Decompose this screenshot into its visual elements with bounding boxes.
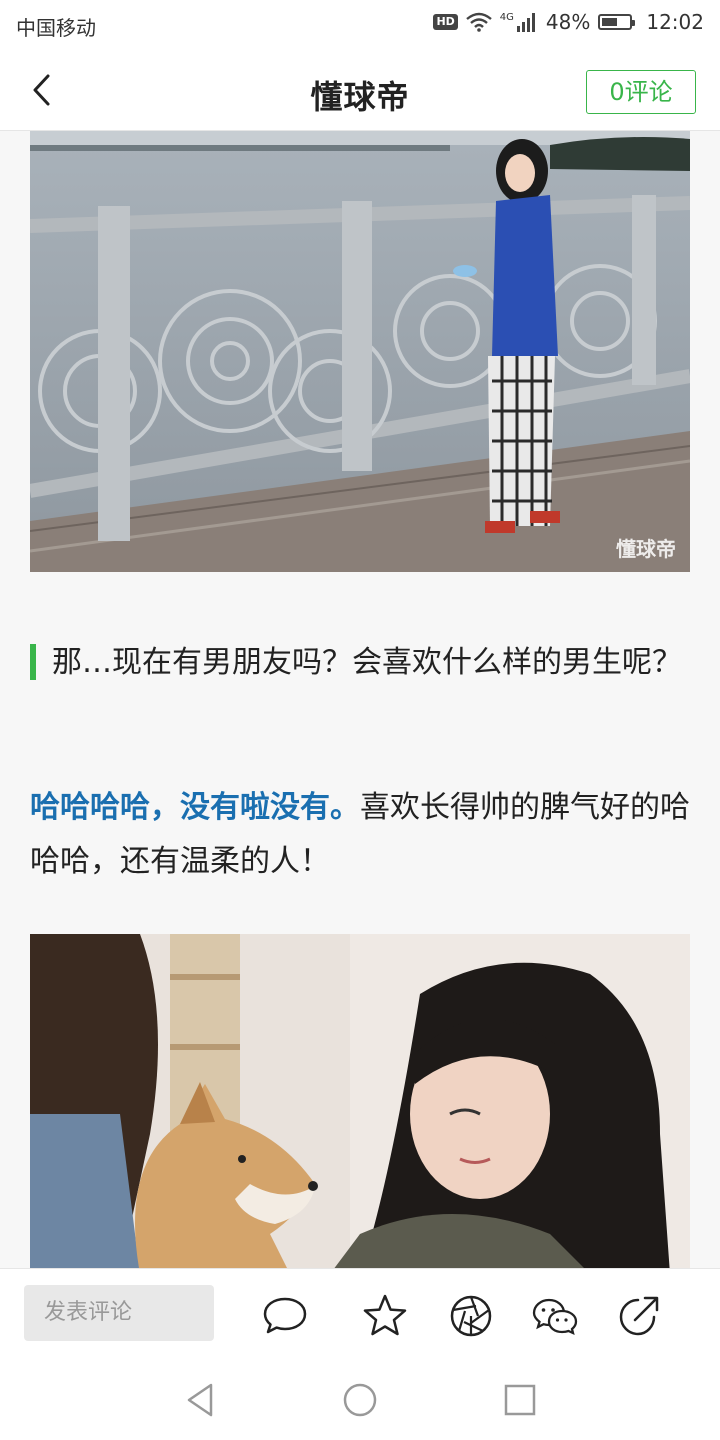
nav-home-icon[interactable]: [340, 1380, 380, 1420]
app-header: 懂球帝 0评论: [0, 52, 720, 131]
network-type: 4G: [499, 11, 514, 23]
comment-bubble-icon[interactable]: [262, 1293, 308, 1339]
bottom-action-bar: 发表评论: [0, 1268, 720, 1361]
question-accent-bar: [30, 644, 36, 680]
comment-input[interactable]: 发表评论: [24, 1285, 214, 1341]
interview-question: 那…现在有男朋友吗？会喜欢什么样的男生呢？: [30, 636, 692, 690]
share-icon[interactable]: [616, 1293, 662, 1339]
hd-icon: HD: [433, 14, 458, 30]
photo-illustration: [30, 131, 690, 572]
answer-highlight: 哈哈哈哈，没有啦没有。: [30, 790, 360, 825]
status-bar: 中国移动 HD 4G 48% 12:02: [0, 0, 720, 52]
system-navigation-bar: [0, 1360, 720, 1440]
wechat-icon[interactable]: [532, 1293, 578, 1339]
article-content: 懂球帝 那…现在有男朋友吗？会喜欢什么样的男生呢？ 哈哈哈哈，没有啦没有。喜欢长…: [0, 131, 720, 1268]
carrier-label: 中国移动: [16, 16, 96, 40]
status-icons: HD 4G 48% 12:02: [433, 10, 704, 34]
photo-illustration: [30, 934, 690, 1268]
clock: 12:02: [646, 10, 704, 34]
comment-count-button[interactable]: 0评论: [586, 70, 696, 114]
article-photo-girl-with-dog: [30, 934, 690, 1268]
battery-icon: [598, 14, 636, 30]
signal-icon: [516, 13, 535, 32]
wifi-icon: [466, 12, 492, 32]
star-icon[interactable]: [362, 1293, 408, 1339]
interview-answer: 哈哈哈哈，没有啦没有。喜欢长得帅的脾气好的哈哈哈，还有温柔的人！: [30, 781, 692, 889]
question-text: 那…现在有男朋友吗？会喜欢什么样的男生呢？: [52, 645, 682, 680]
moments-aperture-icon[interactable]: [448, 1293, 494, 1339]
nav-back-icon[interactable]: [180, 1380, 220, 1420]
photo-watermark: 懂球帝: [616, 537, 676, 561]
nav-recents-icon[interactable]: [500, 1380, 540, 1420]
battery-percent: 48%: [545, 10, 591, 34]
article-photo-girl-by-railing: 懂球帝: [30, 131, 690, 572]
